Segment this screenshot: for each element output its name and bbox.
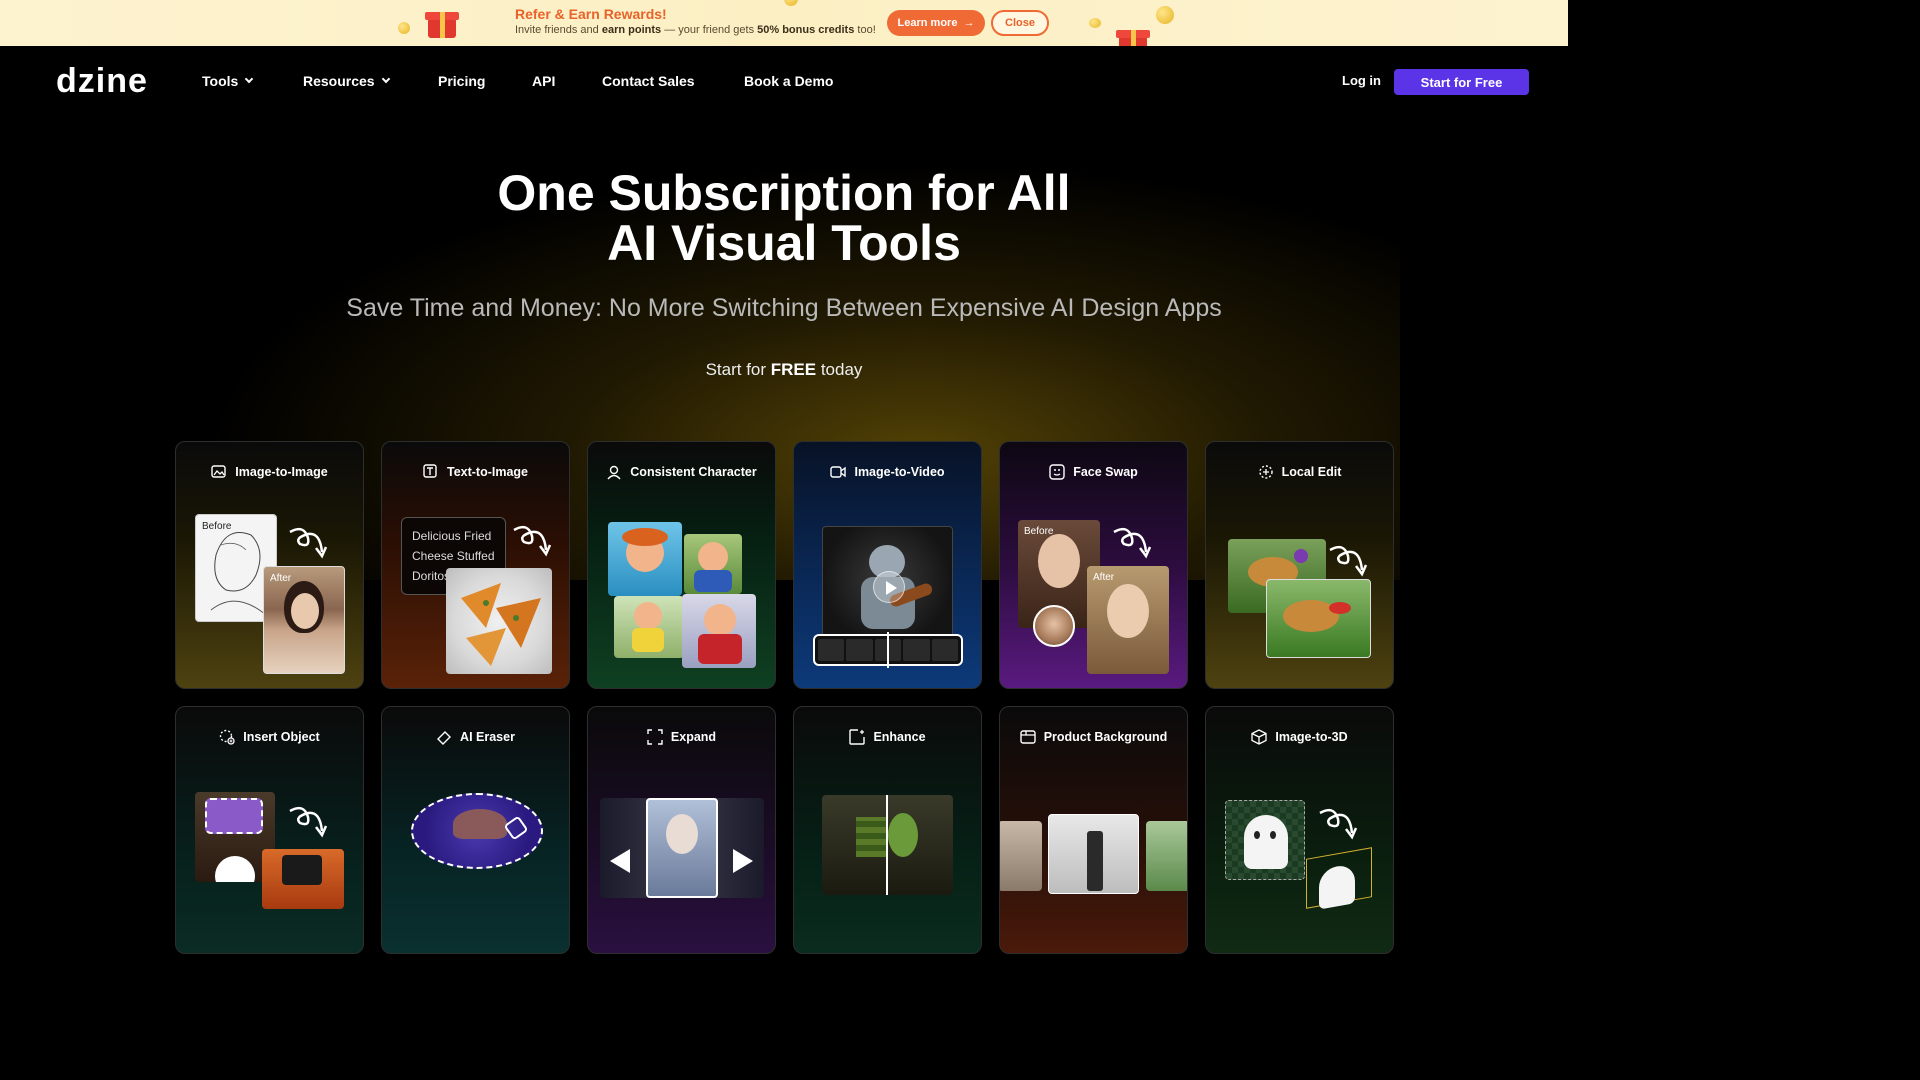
hero-title: One Subscription for All AI Visual Tools — [497, 165, 1071, 271]
character-image-1 — [608, 522, 682, 596]
start-free-button[interactable]: Start for Free — [1394, 69, 1529, 95]
nav-api[interactable]: API — [532, 73, 555, 89]
nav-resources[interactable]: Resources — [303, 73, 390, 89]
top-navigation: dzine Tools Resources Pricing API Contac… — [0, 46, 1568, 118]
image-edit-icon — [211, 465, 226, 478]
arrow-right-icon: → — [963, 17, 975, 29]
learn-more-button[interactable]: Learn more → — [887, 10, 985, 36]
timeline-playhead[interactable] — [887, 632, 889, 668]
curved-arrow-icon — [1113, 527, 1152, 559]
hero-subtitle: Save Time and Money: No More Switching B… — [346, 294, 1222, 322]
product-icon — [1019, 730, 1036, 744]
nav-pricing[interactable]: Pricing — [438, 73, 485, 89]
coin-decoration — [784, 0, 798, 6]
promo-title: Refer & Earn Rewards! — [515, 6, 667, 22]
insert-after-image — [262, 849, 344, 909]
curved-arrow-icon — [513, 525, 552, 557]
tool-card-insert-object[interactable]: Insert Object — [175, 706, 364, 954]
play-icon — [886, 581, 897, 595]
arrow-left-icon — [610, 849, 630, 873]
arrow-right-icon — [733, 849, 753, 873]
ghost-image — [1225, 800, 1305, 880]
character-image-2 — [684, 534, 742, 594]
coin-decoration — [1089, 18, 1101, 28]
curved-arrow-icon — [289, 527, 328, 559]
curved-arrow-icon — [1329, 545, 1368, 577]
after-tag: After — [270, 573, 292, 584]
tool-card-image-to-image[interactable]: Image-to-Image Before After — [175, 441, 364, 689]
product-center-image — [1048, 814, 1139, 894]
before-tag: Before — [202, 521, 232, 532]
doritos-image — [446, 568, 552, 674]
gift-icon — [425, 8, 459, 38]
curved-arrow-icon — [1319, 808, 1358, 840]
chevron-down-icon — [245, 74, 254, 84]
dog-after-image — [1266, 579, 1371, 658]
after-face-image: After — [1087, 566, 1169, 674]
product-right-image — [1146, 821, 1187, 891]
character-image-4 — [682, 594, 756, 668]
nav-contact-sales[interactable]: Contact Sales — [602, 73, 695, 89]
eraser-icon — [437, 731, 452, 745]
after-tag: After — [1093, 572, 1115, 583]
coin-decoration — [398, 22, 410, 34]
logo[interactable]: dzine — [56, 62, 148, 101]
promo-banner: Refer & Earn Rewards! Invite friends and… — [0, 0, 1568, 46]
gift-icon — [1116, 26, 1150, 46]
tool-card-image-to-3d[interactable]: Image-to-3D — [1205, 706, 1394, 954]
tool-card-consistent-character[interactable]: Consistent Character — [587, 441, 776, 689]
chevron-down-icon — [381, 74, 390, 84]
insert-object-icon — [220, 729, 235, 745]
tool-card-local-edit[interactable]: Local Edit — [1205, 441, 1394, 689]
login-link[interactable]: Log in — [1342, 73, 1381, 88]
close-promo-button[interactable]: Close — [991, 10, 1049, 36]
local-edit-icon — [1258, 465, 1273, 479]
tool-card-face-swap[interactable]: Face Swap Before After — [999, 441, 1188, 689]
tool-card-expand[interactable]: Expand — [587, 706, 776, 954]
coin-decoration — [1156, 6, 1174, 24]
face-swap-icon — [1049, 464, 1065, 480]
video-icon — [830, 466, 847, 478]
product-left-image — [1000, 821, 1042, 891]
tool-card-product-background[interactable]: Product Background — [999, 706, 1188, 954]
after-photo-image: After — [263, 566, 345, 674]
ghost-3d-model — [1306, 847, 1372, 910]
tool-card-image-to-video[interactable]: Image-to-Video — [793, 441, 982, 689]
promo-subtitle: Invite friends and earn points — your fr… — [515, 24, 876, 36]
nav-tools[interactable]: Tools — [202, 73, 254, 89]
enhance-icon — [849, 729, 866, 745]
expand-portrait-image — [646, 798, 718, 898]
expand-icon — [647, 729, 663, 745]
tool-card-ai-eraser[interactable]: AI Eraser — [381, 706, 570, 954]
source-face-avatar — [1033, 605, 1075, 647]
curved-arrow-icon — [289, 806, 328, 838]
text-image-icon — [423, 464, 437, 478]
tool-card-enhance[interactable]: Enhance — [793, 706, 982, 954]
enhance-before-after-image — [822, 795, 953, 895]
hero-cta[interactable]: Start for FREE today — [0, 360, 1568, 380]
nav-book-demo[interactable]: Book a Demo — [744, 73, 833, 89]
character-icon — [607, 465, 621, 480]
character-image-3 — [614, 596, 684, 658]
tool-card-text-to-image[interactable]: Text-to-Image Delicious Fried Cheese Stu… — [381, 441, 570, 689]
play-button[interactable] — [873, 571, 905, 603]
cube-icon — [1251, 729, 1268, 745]
before-tag: Before — [1024, 526, 1054, 537]
